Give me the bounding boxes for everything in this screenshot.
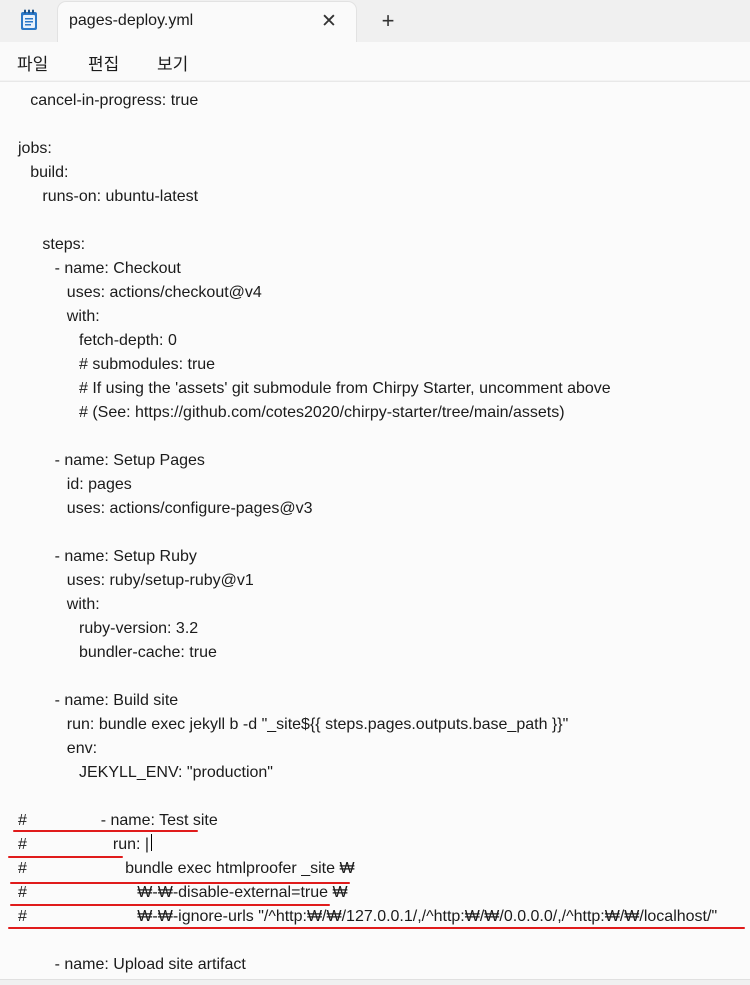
annotation-underline [8, 927, 745, 929]
editor-line-text: ₩-₩-ignore-urls "/^http:₩/₩/127.0.0.1/,/… [137, 908, 718, 925]
editor-line: with: [66, 596, 100, 613]
editor-line-text: run: | [113, 833, 153, 857]
new-tab-icon[interactable]: + [374, 8, 402, 34]
editor-line: # (See: https://github.com/cotes2020/chi… [79, 404, 565, 421]
close-tab-icon[interactable]: ✕ [316, 10, 342, 34]
editor-line: # If using the 'assets' git submodule fr… [79, 380, 611, 397]
editor-line: # run: | [18, 833, 153, 857]
editor-line: uses: actions/configure-pages@v3 [66, 500, 313, 517]
annotation-underline [8, 856, 123, 858]
editor-line: uses: ruby/setup-ruby@v1 [66, 572, 254, 589]
editor-line: # ₩-₩-disable-external=true ₩ [18, 881, 348, 905]
annotation-underline [13, 830, 198, 832]
menu-edit[interactable]: 편집 [88, 50, 119, 75]
menu-file[interactable]: 파일 [17, 50, 48, 75]
editor-line: uses: actions/checkout@v4 [66, 284, 262, 301]
editor-line: # submodules: true [79, 356, 216, 373]
editor-line: with: [66, 308, 100, 325]
editor-line: # bundle exec htmlproofer _site ₩ [18, 857, 355, 881]
text-caret [151, 834, 153, 851]
editor-line: - name: Checkout [54, 260, 181, 277]
text-editor[interactable]: cancel-in-progress: true jobs: build: runs-… [0, 81, 750, 985]
editor-line: - name: Build site [54, 692, 179, 709]
status-strip [0, 979, 750, 985]
menu-bar: 파일 편집 보기 [0, 42, 750, 80]
editor-line: - name: Setup Ruby [54, 548, 197, 565]
editor-line: id: pages [66, 476, 132, 493]
title-bar: pages-deploy.yml ✕ + [0, 0, 750, 42]
editor-line: fetch-depth: 0 [79, 332, 177, 349]
tab-title: pages-deploy.yml [69, 12, 194, 29]
editor-line: run: bundle exec jekyll b -d "_site${{ s… [66, 716, 569, 733]
notepad-icon [21, 9, 37, 30]
editor-line-text: bundle exec htmlproofer _site ₩ [125, 860, 355, 877]
editor-line: - name: Upload site artifact [54, 956, 246, 973]
editor-line: # ₩-₩-ignore-urls "/^http:₩/₩/127.0.0.1/,… [18, 905, 717, 929]
editor-line: bundler-cache: true [79, 644, 217, 661]
editor-line: build: [30, 164, 69, 181]
menu-view[interactable]: 보기 [157, 50, 188, 75]
editor-line: env: [66, 740, 98, 757]
editor-line: runs-on: ubuntu-latest [42, 188, 199, 205]
editor-line: cancel-in-progress: true [30, 92, 199, 109]
editor-line: - name: Setup Pages [54, 452, 205, 469]
editor-line: ruby-version: 3.2 [79, 620, 199, 637]
editor-line-text: ₩-₩-disable-external=true ₩ [137, 884, 348, 901]
editor-line: steps: [42, 236, 86, 253]
editor-line: JEKYLL_ENV: "production" [79, 764, 273, 781]
annotation-underline [10, 904, 330, 906]
annotation-underline [10, 882, 350, 884]
tab-pages-deploy[interactable]: pages-deploy.yml ✕ [58, 2, 356, 42]
editor-line: jobs: [18, 140, 52, 157]
